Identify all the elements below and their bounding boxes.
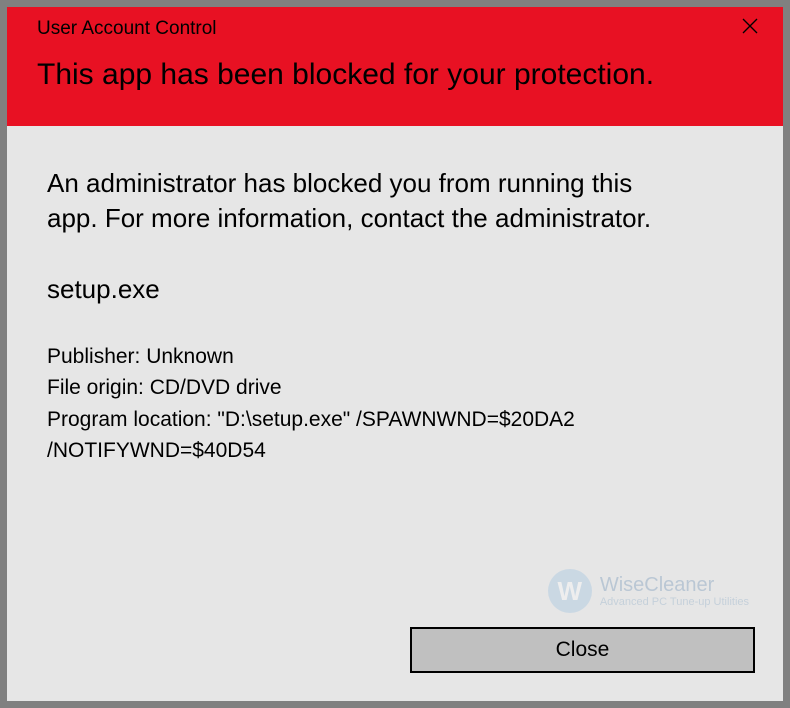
header-top-row: User Account Control — [37, 17, 763, 41]
dialog-header: User Account Control This app has been b… — [7, 7, 783, 126]
details-block: Publisher: Unknown File origin: CD/DVD d… — [47, 341, 743, 467]
block-message: An administrator has blocked you from ru… — [47, 166, 687, 236]
file-origin-line: File origin: CD/DVD drive — [47, 372, 743, 404]
close-icon[interactable] — [737, 17, 763, 41]
publisher-line: Publisher: Unknown — [47, 341, 743, 373]
dialog-footer: Close — [7, 627, 783, 701]
uac-dialog: User Account Control This app has been b… — [7, 7, 783, 701]
close-button[interactable]: Close — [410, 627, 755, 673]
blocked-filename: setup.exe — [47, 274, 743, 305]
dialog-title-small: User Account Control — [37, 18, 217, 40]
program-location-line: Program location: "D:\setup.exe" /SPAWNW… — [47, 404, 743, 467]
dialog-body: An administrator has blocked you from ru… — [7, 126, 783, 628]
dialog-title-large: This app has been blocked for your prote… — [37, 55, 657, 96]
